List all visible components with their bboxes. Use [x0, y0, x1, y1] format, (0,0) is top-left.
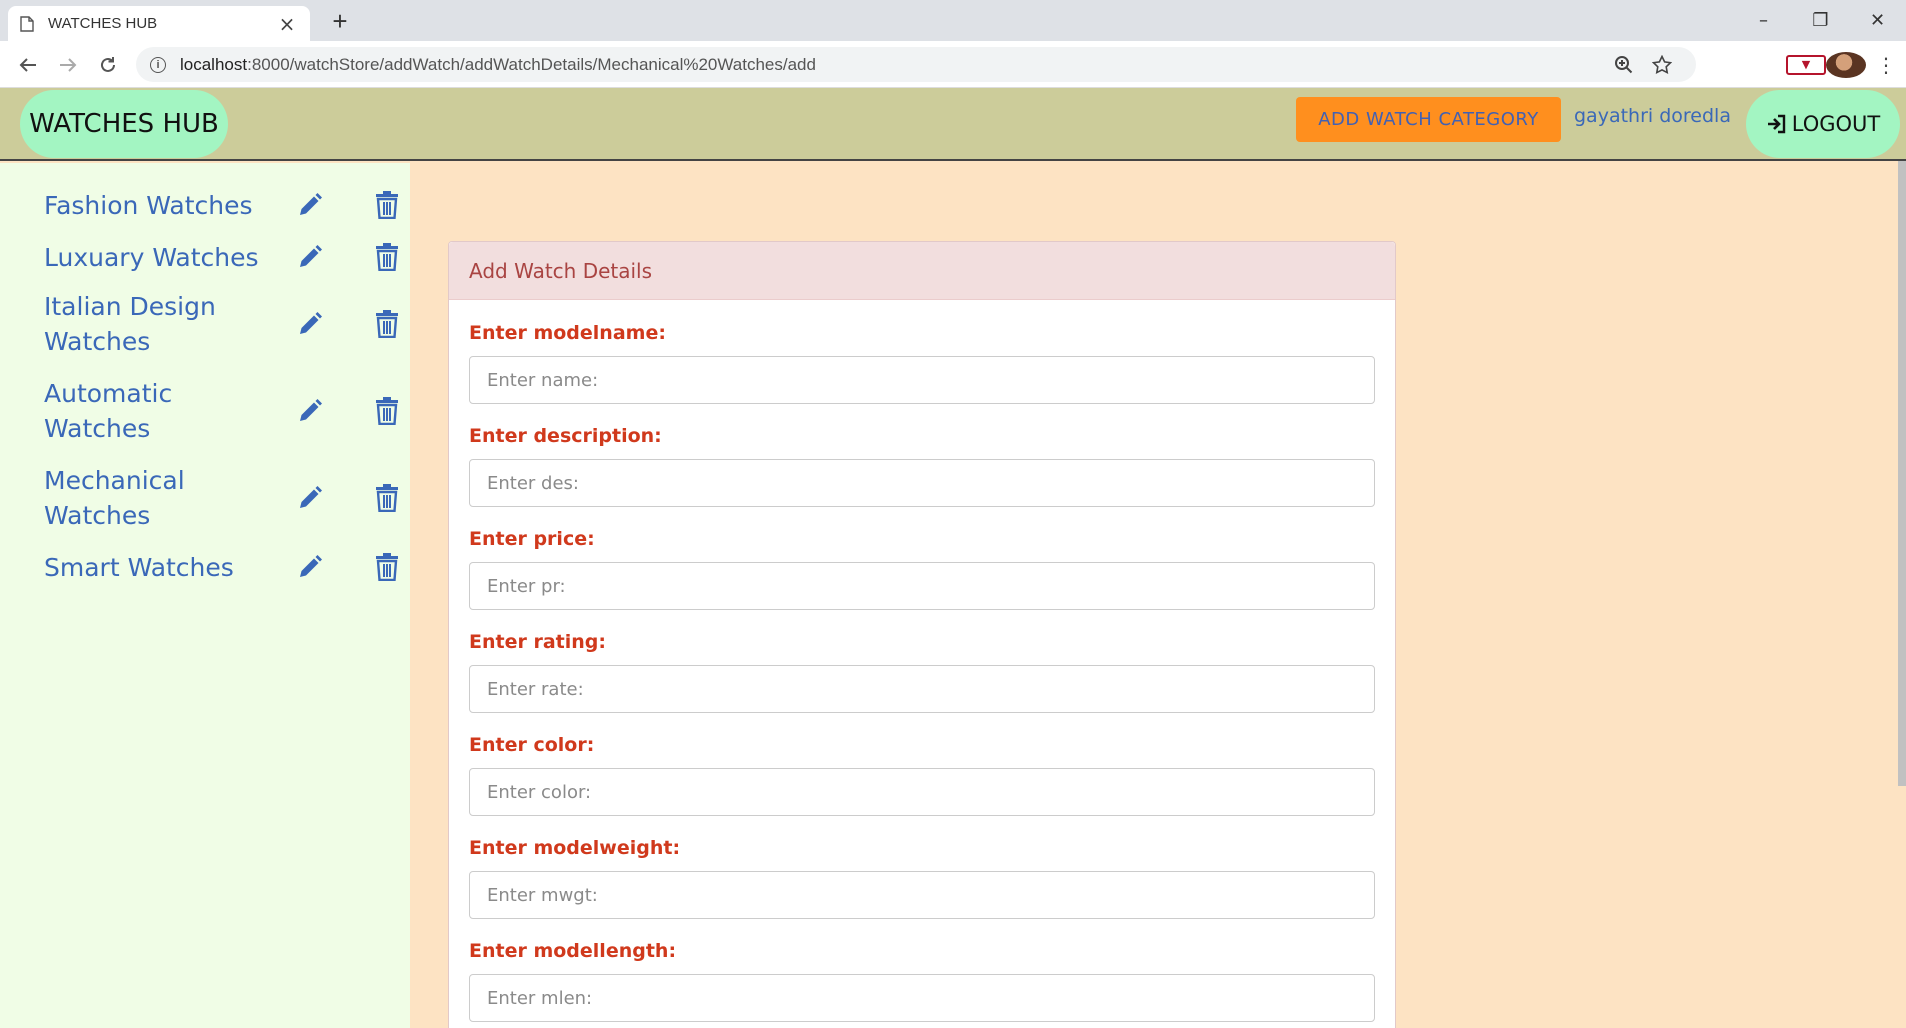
description-field-group: Enter description: — [469, 425, 1375, 507]
modelweight-label: Enter modelweight: — [469, 837, 681, 859]
sidebar-item-mechanical-watches: Mechanical Watches — [44, 461, 410, 535]
profile-avatar[interactable] — [1826, 51, 1866, 78]
window-close-icon[interactable]: ✕ — [1849, 0, 1906, 41]
url-text: localhost:8000/watchStore/addWatch/addWa… — [180, 54, 816, 74]
delete-trash-icon[interactable] — [374, 395, 400, 425]
menu-kebab-icon[interactable]: ⋮ — [1866, 53, 1906, 77]
modelweight-field-group: Enter modelweight: — [469, 837, 1375, 919]
modelweight-input[interactable] — [469, 871, 1375, 919]
modelname-input[interactable] — [469, 356, 1375, 404]
category-sidebar: Fashion Watches Luxuary Watches Italian … — [0, 163, 410, 1028]
color-input[interactable] — [469, 768, 1375, 816]
rating-field-group: Enter rating: — [469, 631, 1375, 713]
delete-trash-icon[interactable] — [374, 308, 400, 338]
color-field-group: Enter color: — [469, 734, 1375, 816]
extension-area: ▼ ⋮ — [1786, 47, 1906, 82]
browser-tab[interactable]: WATCHES HUB × — [8, 6, 310, 41]
document-icon — [20, 15, 34, 32]
extension-icon[interactable]: ▼ — [1786, 54, 1826, 75]
modellength-label: Enter modellength: — [469, 940, 677, 962]
delete-trash-icon[interactable] — [374, 189, 400, 219]
delete-trash-icon[interactable] — [374, 241, 400, 271]
edit-pencil-icon[interactable] — [296, 191, 324, 219]
price-label: Enter price: — [469, 528, 595, 550]
app-header: WATCHES HUB ADD WATCH CATEGORY gayathri … — [0, 88, 1906, 161]
forward-icon[interactable] — [54, 51, 82, 79]
browser-toolbar: i localhost:8000/watchStore/addWatch/add… — [0, 41, 1906, 88]
category-link[interactable]: Mechanical Watches — [44, 463, 284, 533]
sidebar-item-automatic-watches: Automatic Watches — [44, 374, 410, 448]
category-link[interactable]: Smart Watches — [44, 550, 284, 585]
modelname-field-group: Enter modelname: — [469, 322, 1375, 404]
logout-button[interactable]: LOGOUT — [1746, 90, 1900, 158]
rating-label: Enter rating: — [469, 631, 606, 653]
price-input[interactable] — [469, 562, 1375, 610]
window-controls: – ❐ ✕ — [1735, 0, 1906, 41]
description-input[interactable] — [469, 459, 1375, 507]
add-watch-category-button[interactable]: ADD WATCH CATEGORY — [1296, 97, 1561, 142]
price-field-group: Enter price: — [469, 528, 1375, 610]
delete-trash-icon[interactable] — [374, 551, 400, 581]
edit-pencil-icon[interactable] — [296, 243, 324, 271]
minimize-icon[interactable]: – — [1735, 0, 1792, 41]
site-info-icon[interactable]: i — [150, 56, 166, 73]
brand-logo[interactable]: WATCHES HUB — [20, 90, 228, 158]
restore-icon[interactable]: ❐ — [1792, 0, 1849, 41]
reload-icon[interactable] — [94, 51, 122, 79]
login-arrow-icon — [1767, 114, 1785, 134]
category-link[interactable]: Automatic Watches — [44, 376, 284, 446]
sidebar-item-fashion-watches: Fashion Watches — [44, 185, 410, 225]
edit-pencil-icon[interactable] — [296, 310, 324, 338]
page-scrollbar[interactable] — [1898, 161, 1906, 786]
rating-input[interactable] — [469, 665, 1375, 713]
color-label: Enter color: — [469, 734, 595, 756]
sidebar-item-smart-watches: Smart Watches — [44, 547, 410, 587]
tab-title: WATCHES HUB — [48, 15, 158, 32]
user-name-link[interactable]: gayathri doredla — [1574, 105, 1731, 127]
address-bar[interactable]: i localhost:8000/watchStore/addWatch/add… — [136, 47, 1696, 82]
close-tab-icon[interactable]: × — [276, 12, 298, 36]
panel-title: Add Watch Details — [449, 242, 1395, 300]
modellength-input[interactable] — [469, 974, 1375, 1022]
bookmark-star-icon[interactable] — [1652, 55, 1672, 75]
zoom-icon[interactable] — [1614, 55, 1634, 75]
modellength-field-group: Enter modellength: — [469, 940, 1375, 1022]
sidebar-item-italian-design-watches: Italian Design Watches — [44, 287, 410, 361]
edit-pencil-icon[interactable] — [296, 397, 324, 425]
edit-pencil-icon[interactable] — [296, 484, 324, 512]
browser-tab-strip: WATCHES HUB × + – ❐ ✕ — [0, 0, 1906, 41]
delete-trash-icon[interactable] — [374, 482, 400, 512]
logout-label: LOGOUT — [1791, 112, 1881, 136]
description-label: Enter description: — [469, 425, 662, 447]
new-tab-button[interactable]: + — [325, 6, 355, 37]
category-link[interactable]: Fashion Watches — [44, 188, 284, 223]
modelname-label: Enter modelname: — [469, 322, 666, 344]
add-watch-details-panel: Add Watch Details Enter modelname: Enter… — [448, 241, 1396, 1028]
back-icon[interactable] — [14, 51, 42, 79]
category-link[interactable]: Luxuary Watches — [44, 240, 284, 275]
sidebar-item-luxuary-watches: Luxuary Watches — [44, 237, 410, 277]
category-link[interactable]: Italian Design Watches — [44, 289, 284, 359]
edit-pencil-icon[interactable] — [296, 553, 324, 581]
